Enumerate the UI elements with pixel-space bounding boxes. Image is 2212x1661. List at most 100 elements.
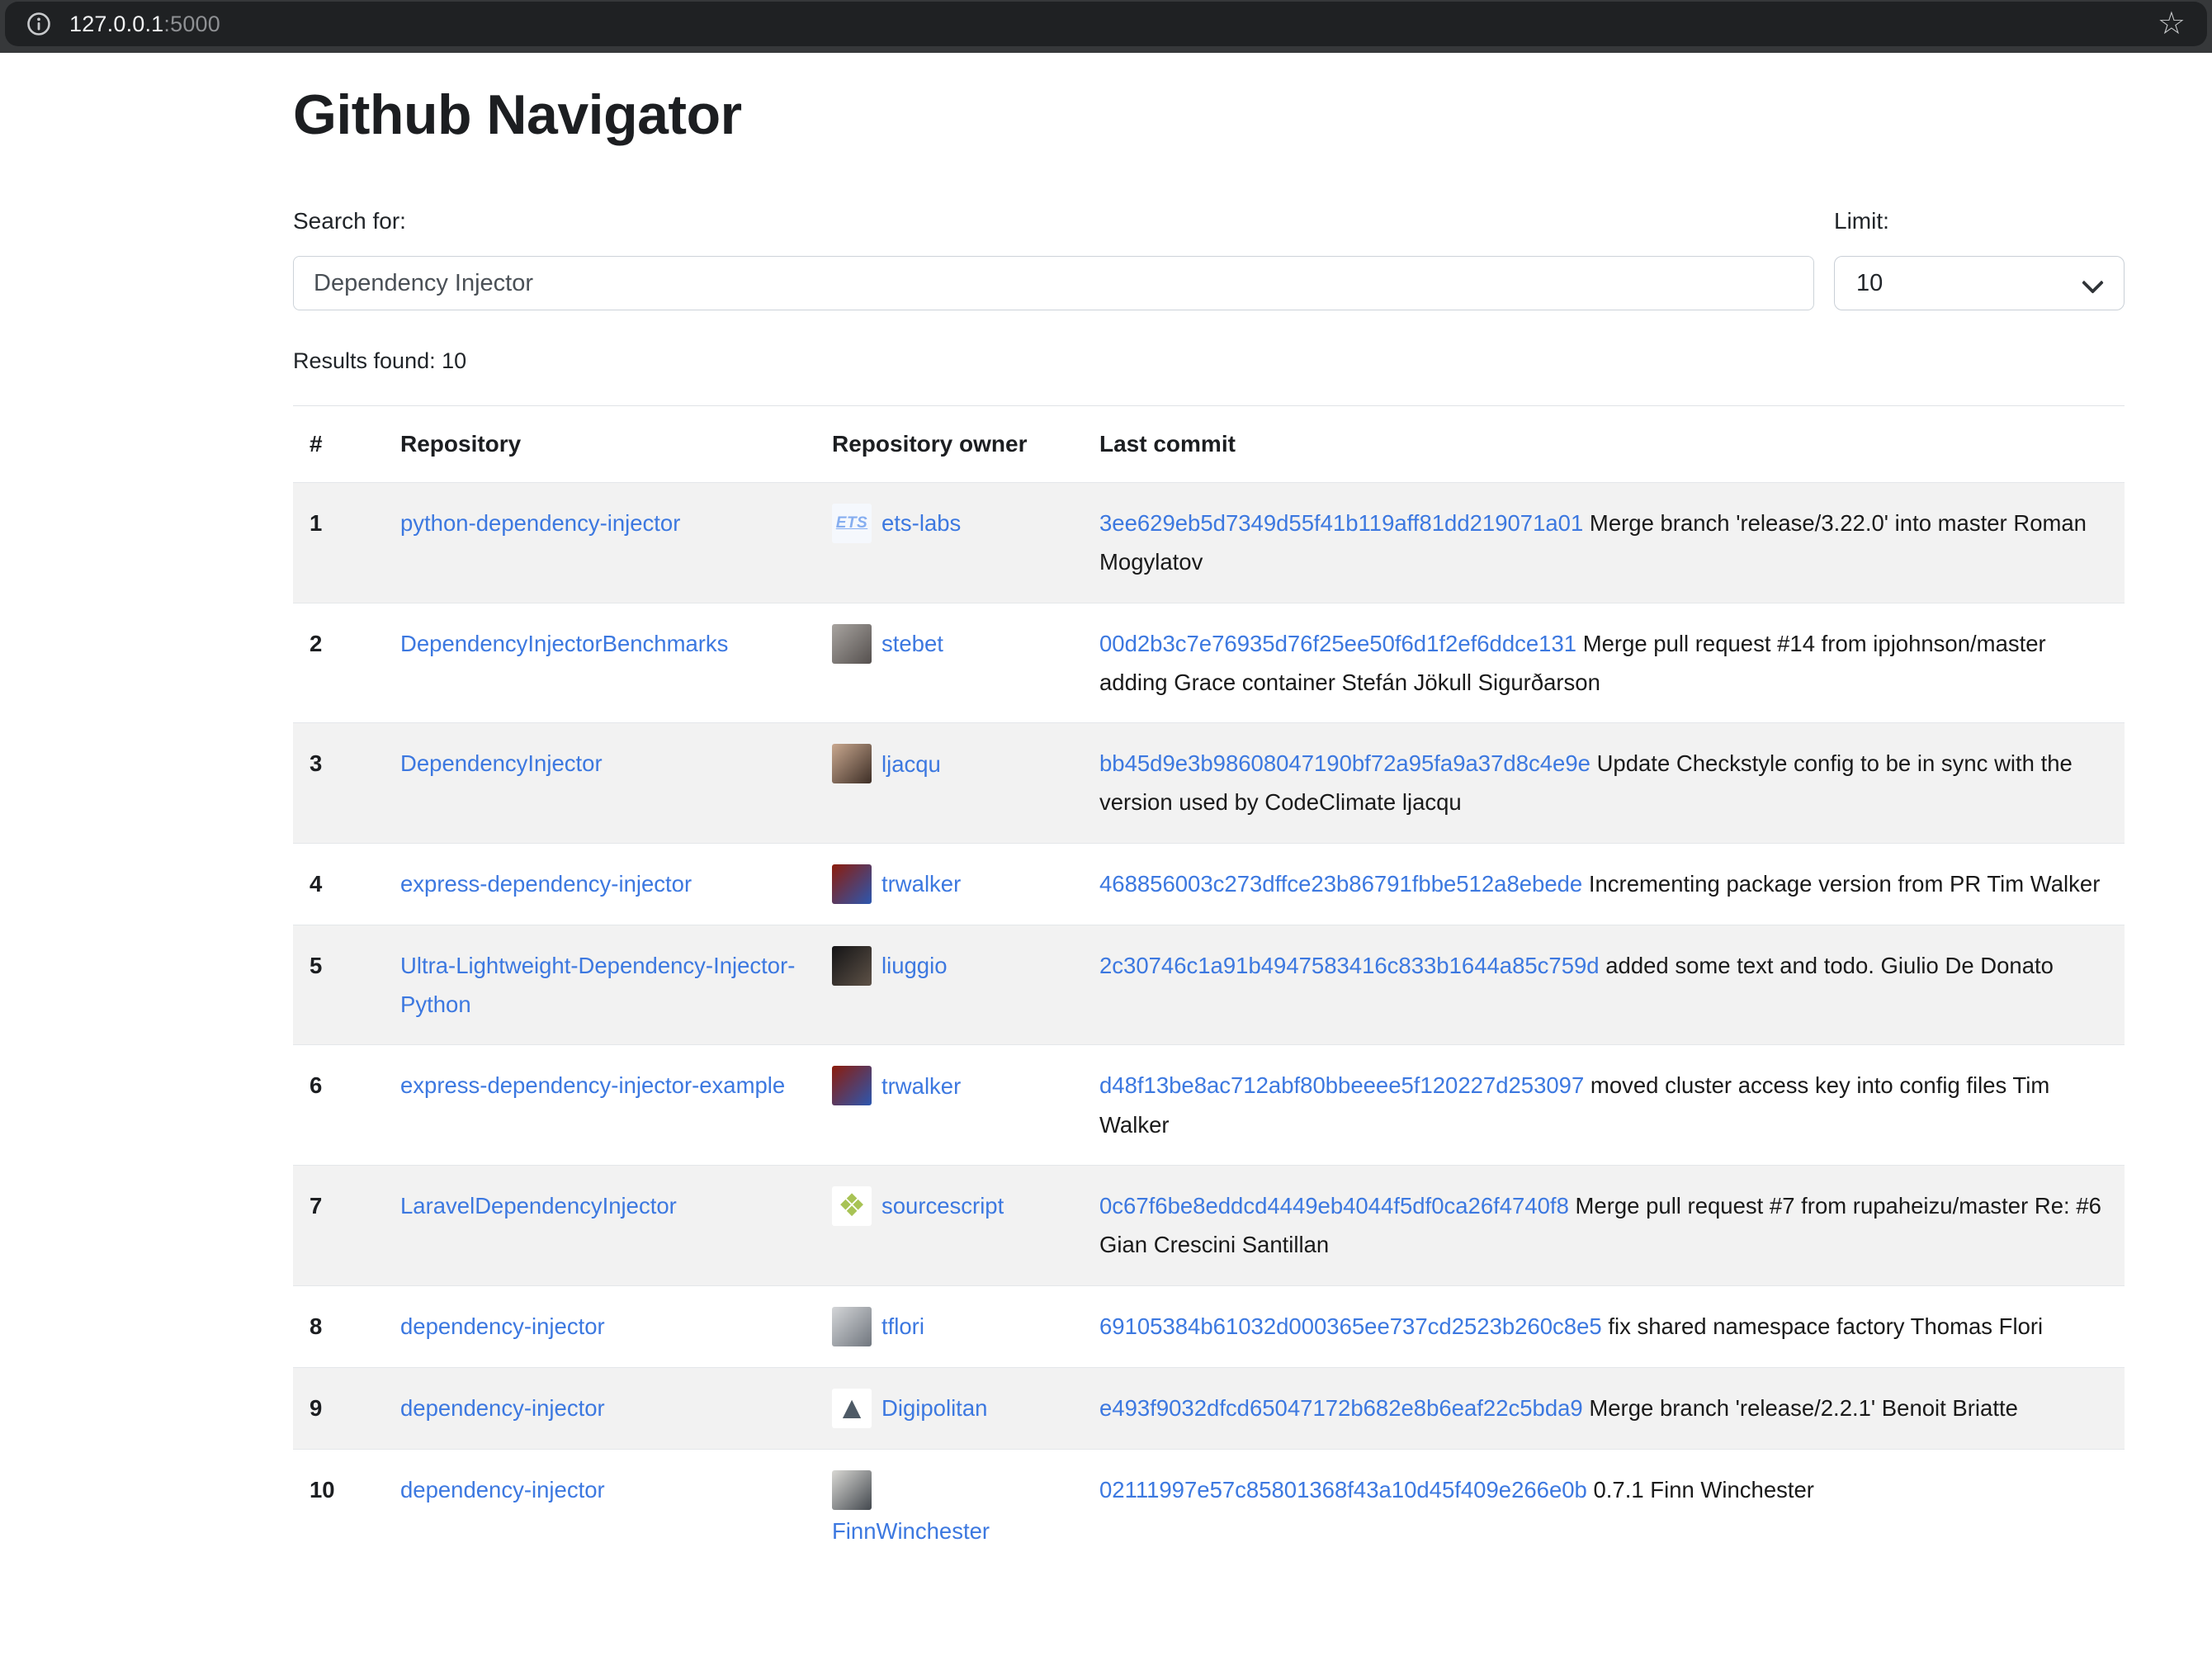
- owner-cell: FinnWinchester: [815, 1449, 1083, 1571]
- browser-chrome: 127.0.0.1:5000 ☆: [0, 0, 2212, 53]
- row-number: 3: [293, 723, 384, 844]
- table-row: 10 dependency-injector FinnWinchester 02…: [293, 1449, 2125, 1571]
- repository-link[interactable]: dependency-injector: [400, 1477, 605, 1502]
- commit-hash-link[interactable]: 468856003c273dffce23b86791fbbe512a8ebede: [1099, 871, 1582, 897]
- commit-hash-link[interactable]: d48f13be8ac712abf80bbeeee5f120227d253097: [1099, 1072, 1584, 1098]
- repository-link[interactable]: dependency-injector: [400, 1313, 605, 1339]
- row-number: 4: [293, 843, 384, 925]
- owner-cell: trwalker: [815, 1045, 1083, 1166]
- repository-link[interactable]: DependencyInjector: [400, 750, 603, 776]
- owner-link[interactable]: stebet: [832, 624, 1066, 664]
- owner-link[interactable]: liuggio: [832, 946, 1066, 986]
- owner-link[interactable]: ljacqu: [832, 744, 1066, 783]
- commit-cell: 02111997e57c85801368f43a10d45f409e266e0b…: [1083, 1449, 2125, 1571]
- owner-link[interactable]: ETS ets-labs: [832, 504, 1066, 543]
- repository-link[interactable]: DependencyInjectorBenchmarks: [400, 631, 728, 656]
- owner-cell: liuggio: [815, 925, 1083, 1045]
- repository-cell: python-dependency-injector: [384, 483, 815, 603]
- url-port: :5000: [163, 12, 220, 36]
- repository-cell: express-dependency-injector-example: [384, 1045, 815, 1166]
- repository-link[interactable]: Ultra-Lightweight-Dependency-Injector-Py…: [400, 953, 795, 1017]
- owner-link[interactable]: FinnWinchester: [832, 1470, 1066, 1550]
- row-number: 9: [293, 1367, 384, 1449]
- owner-avatar: [832, 1470, 872, 1510]
- commit-message: 0.7.1 Finn Winchester: [1593, 1477, 1813, 1502]
- repository-cell: dependency-injector: [384, 1285, 815, 1367]
- column-header-num: #: [293, 406, 384, 483]
- table-row: 6 express-dependency-injector-example tr…: [293, 1045, 2125, 1166]
- repository-link[interactable]: python-dependency-injector: [400, 510, 680, 536]
- owner-avatar: [832, 1066, 872, 1105]
- owner-avatar: [832, 744, 872, 783]
- chevron-down-icon: [2082, 272, 2104, 294]
- owner-cell: ETS ets-labs: [815, 483, 1083, 603]
- row-number: 8: [293, 1285, 384, 1367]
- info-icon[interactable]: [26, 12, 51, 36]
- commit-cell: e493f9032dfcd65047172b682e8b6eaf22c5bda9…: [1083, 1367, 2125, 1449]
- url-host: 127.0.0.1: [69, 12, 163, 36]
- search-input[interactable]: [293, 256, 1814, 310]
- commit-hash-link[interactable]: 2c30746c1a91b4947583416c833b1644a85c759d: [1099, 953, 1600, 978]
- table-row: 9 dependency-injector ▲ Digipolitan e493…: [293, 1367, 2125, 1449]
- owner-name: FinnWinchester: [832, 1512, 1066, 1550]
- repository-link[interactable]: express-dependency-injector: [400, 871, 692, 897]
- owner-name: liuggio: [881, 946, 948, 985]
- owner-link[interactable]: trwalker: [832, 864, 1066, 904]
- commit-hash-link[interactable]: 00d2b3c7e76935d76f25ee50f6d1f2ef6ddce131: [1099, 631, 1576, 656]
- column-header-owner: Repository owner: [815, 406, 1083, 483]
- owner-cell: ljacqu: [815, 723, 1083, 844]
- table-row: 8 dependency-injector tflori 69105384b61…: [293, 1285, 2125, 1367]
- owner-name: trwalker: [881, 864, 961, 903]
- search-label: Search for:: [293, 208, 1814, 234]
- repository-cell: DependencyInjectorBenchmarks: [384, 603, 815, 723]
- repository-link[interactable]: LaravelDependencyInjector: [400, 1193, 677, 1219]
- owner-link[interactable]: tflori: [832, 1307, 1066, 1346]
- repository-cell: DependencyInjector: [384, 723, 815, 844]
- commit-hash-link[interactable]: 0c67f6be8eddcd4449eb4044f5df0ca26f4740f8: [1099, 1193, 1569, 1219]
- repository-cell: LaravelDependencyInjector: [384, 1165, 815, 1285]
- commit-hash-link[interactable]: e493f9032dfcd65047172b682e8b6eaf22c5bda9: [1099, 1395, 1583, 1421]
- search-form: Search for: Limit: 10: [293, 208, 2125, 310]
- repository-link[interactable]: dependency-injector: [400, 1395, 605, 1421]
- column-header-commit: Last commit: [1083, 406, 2125, 483]
- row-number: 2: [293, 603, 384, 723]
- owner-cell: ▲ Digipolitan: [815, 1367, 1083, 1449]
- owner-name: tflori: [881, 1307, 924, 1346]
- row-number: 7: [293, 1165, 384, 1285]
- commit-cell: 2c30746c1a91b4947583416c833b1644a85c759d…: [1083, 925, 2125, 1045]
- owner-avatar: [832, 946, 872, 986]
- table-row: 5 Ultra-Lightweight-Dependency-Injector-…: [293, 925, 2125, 1045]
- owner-cell: tflori: [815, 1285, 1083, 1367]
- column-header-repo: Repository: [384, 406, 815, 483]
- page-title: Github Navigator: [293, 83, 2125, 147]
- table-row: 4 express-dependency-injector trwalker 4…: [293, 843, 2125, 925]
- owner-link[interactable]: trwalker: [832, 1066, 1066, 1105]
- commit-cell: 69105384b61032d000365ee737cd2523b260c8e5…: [1083, 1285, 2125, 1367]
- repository-link[interactable]: express-dependency-injector-example: [400, 1072, 785, 1098]
- results-count: Results found: 10: [293, 348, 2125, 374]
- commit-message: Merge branch 'release/2.2.1' Benoit Bria…: [1589, 1395, 2018, 1421]
- table-row: 2 DependencyInjectorBenchmarks stebet 00…: [293, 603, 2125, 723]
- bookmark-star-icon[interactable]: ☆: [2158, 8, 2186, 40]
- owner-cell: ❖ sourcescript: [815, 1165, 1083, 1285]
- commit-cell: 468856003c273dffce23b86791fbbe512a8ebede…: [1083, 843, 2125, 925]
- commit-cell: 0c67f6be8eddcd4449eb4044f5df0ca26f4740f8…: [1083, 1165, 2125, 1285]
- limit-select-value: 10: [1856, 270, 1883, 297]
- owner-link[interactable]: ▲ Digipolitan: [832, 1389, 1066, 1428]
- address-bar[interactable]: 127.0.0.1:5000 ☆: [5, 2, 2207, 46]
- commit-hash-link[interactable]: 3ee629eb5d7349d55f41b119aff81dd219071a01: [1099, 510, 1583, 536]
- owner-avatar: [832, 624, 872, 664]
- commit-hash-link[interactable]: bb45d9e3b98608047190bf72a95fa9a37d8c4e9e: [1099, 750, 1590, 776]
- limit-select[interactable]: 10: [1834, 256, 2125, 310]
- commit-hash-link[interactable]: 69105384b61032d000365ee737cd2523b260c8e5: [1099, 1313, 1602, 1339]
- owner-name: stebet: [881, 624, 943, 663]
- commit-hash-link[interactable]: 02111997e57c85801368f43a10d45f409e266e0b: [1099, 1477, 1587, 1502]
- repository-cell: express-dependency-injector: [384, 843, 815, 925]
- results-table: # Repository Repository owner Last commi…: [293, 406, 2125, 1571]
- table-header-row: # Repository Repository owner Last commi…: [293, 406, 2125, 483]
- row-number: 1: [293, 483, 384, 603]
- owner-link[interactable]: ❖ sourcescript: [832, 1186, 1066, 1226]
- table-row: 1 python-dependency-injector ETS ets-lab…: [293, 483, 2125, 603]
- owner-name: ets-labs: [881, 504, 961, 542]
- owner-avatar: [832, 1307, 872, 1346]
